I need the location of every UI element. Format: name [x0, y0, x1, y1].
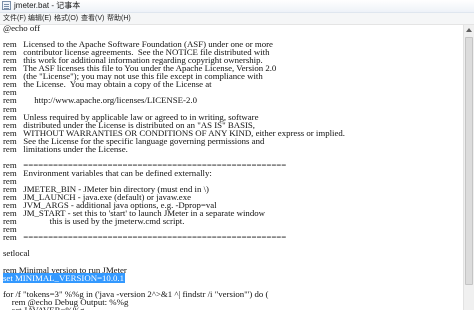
scrollbar-thumb[interactable] — [465, 37, 473, 285]
window-title: jmeter.bat - 记事本 — [14, 1, 81, 10]
text-line[interactable]: rem the License. You may obtain a copy o… — [3, 79, 212, 89]
text-line[interactable]: rem ====================================… — [3, 232, 286, 242]
notepad-window: jmeter.bat - 记事本 文件(F) 编辑(E) 格式(O) 查看(V)… — [0, 0, 474, 310]
text-line[interactable]: rem http://www.apache.org/licenses/LICEN… — [3, 95, 197, 105]
menu-help[interactable]: 帮助(H) — [107, 13, 131, 24]
title-bar[interactable]: jmeter.bat - 记事本 — [0, 0, 474, 13]
text-line[interactable]: set JAVAVER=%%g — [3, 305, 85, 310]
menu-bar: 文件(F) 编辑(E) 格式(O) 查看(V) 帮助(H) — [0, 13, 474, 25]
notepad-icon — [2, 1, 11, 10]
selected-text-line[interactable]: set MINIMAL_VERSION=10.0.1 — [3, 272, 126, 283]
menu-format[interactable]: 格式(O) — [54, 13, 78, 24]
vertical-scrollbar[interactable] — [463, 25, 474, 310]
text-line[interactable]: setlocal — [3, 248, 30, 258]
scroll-up-arrow-icon[interactable] — [464, 25, 474, 35]
menu-view[interactable]: 查看(V) — [81, 13, 104, 24]
text-line[interactable]: rem limitations under the License. — [3, 144, 128, 154]
menu-edit[interactable]: 编辑(E) — [28, 13, 51, 24]
menu-file[interactable]: 文件(F) — [3, 13, 26, 24]
text-line[interactable]: rem Environment variables that can be de… — [3, 168, 212, 178]
text-editor[interactable]: @echo off rem Licensed to the Apache Soft… — [0, 25, 463, 310]
text-line[interactable]: rem this is used by the jmeterw.cmd scri… — [3, 216, 184, 226]
text-line[interactable]: @echo off — [3, 25, 40, 33]
